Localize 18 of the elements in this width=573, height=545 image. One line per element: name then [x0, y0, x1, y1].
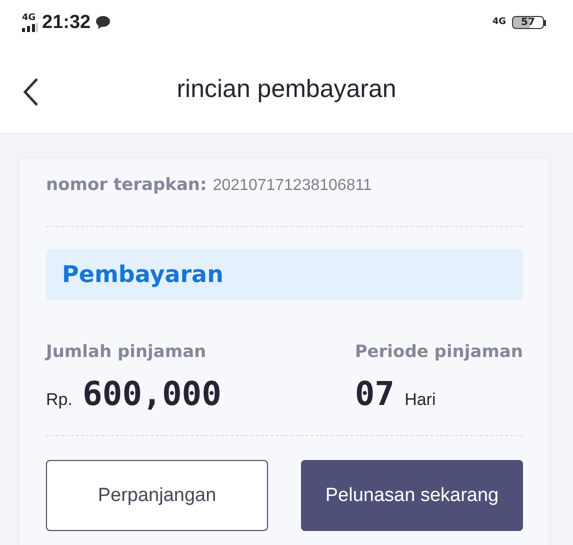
battery-icon: 57	[512, 16, 547, 29]
application-number: 202107171238106811	[212, 177, 372, 195]
network-label: 4G	[492, 18, 506, 27]
application-number-label: nomor terapkan:	[46, 175, 207, 195]
pay-now-button[interactable]: Pelunasan sekarang	[301, 460, 523, 531]
page-title: rincian pembayaran	[176, 74, 396, 104]
loan-amount-label: Jumlah pinjaman	[46, 342, 208, 362]
signal-icon	[22, 22, 38, 32]
clock: 21:32	[42, 12, 91, 34]
network-label: 4G	[22, 14, 36, 22]
loan-amount: 600,000	[82, 374, 222, 413]
loan-period: 07	[354, 374, 395, 413]
extend-button[interactable]: Perpanjangan	[46, 460, 268, 531]
loan-period-label: Periode pinjaman	[354, 342, 523, 362]
currency-label: Rp.	[46, 390, 72, 410]
section-heading: Pembayaran	[46, 249, 523, 300]
period-unit: Hari	[404, 390, 436, 410]
chat-bubble-icon	[94, 15, 111, 30]
